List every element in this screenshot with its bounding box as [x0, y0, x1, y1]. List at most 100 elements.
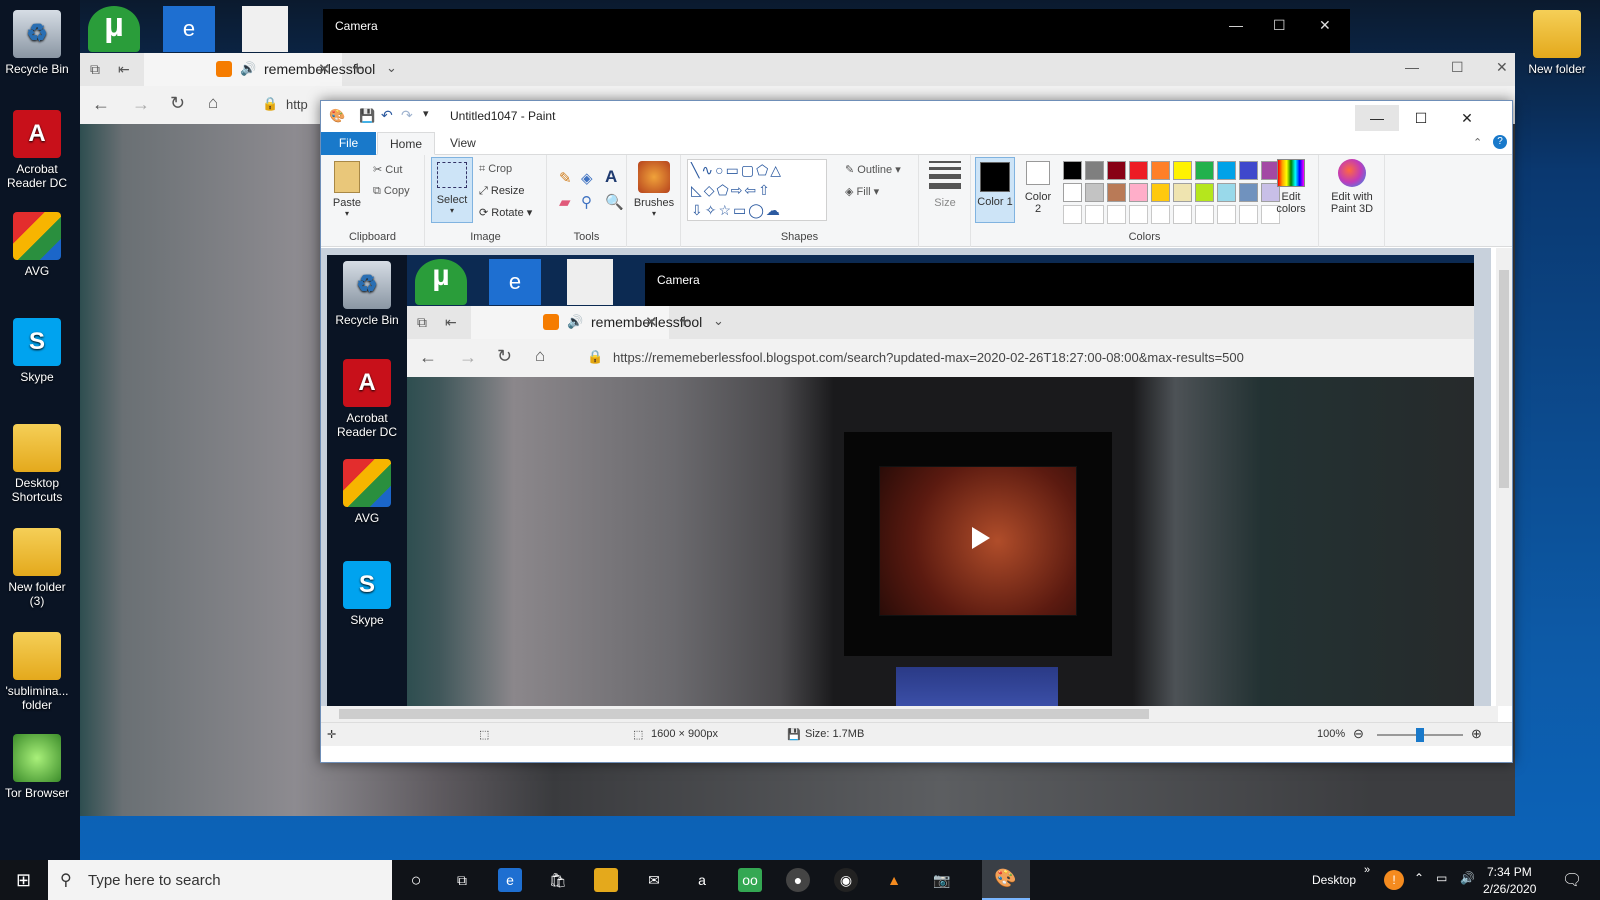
palette-swatch[interactable]	[1085, 161, 1104, 180]
action-center-icon[interactable]: 🗨	[1562, 870, 1582, 890]
fill-bucket-icon[interactable]: ◈	[581, 169, 593, 187]
file-explorer-icon[interactable]	[594, 868, 618, 892]
home-icon[interactable]: ⌂	[208, 93, 218, 113]
desktop-icon-recycle-bin[interactable]: ♻ Recycle Bin	[0, 10, 74, 76]
palette-swatch-empty[interactable]	[1085, 205, 1104, 224]
tab-preview-icon[interactable]: ⧉	[90, 61, 100, 78]
undo-icon[interactable]: ↶	[381, 107, 393, 124]
text-icon[interactable]: A	[605, 167, 617, 187]
desktop-icon-desktop-shortcuts[interactable]: Desktop Shortcuts	[0, 424, 74, 504]
close-icon[interactable]: ✕	[1319, 17, 1331, 34]
shapes-gallery[interactable]: ╲∿○▭▢⬠△ ◺◇⬠⇨⇦⇧ ⇩✧☆▭◯☁	[687, 159, 827, 221]
utorrent-icon[interactable]: µ	[88, 6, 140, 52]
desktop-icon-new-folder[interactable]: New folder	[1520, 10, 1594, 76]
minimize-icon[interactable]: —	[1229, 17, 1243, 33]
refresh-icon[interactable]: ↻	[170, 93, 185, 114]
magnifier-icon[interactable]: 🔍	[605, 193, 624, 211]
palette-swatch[interactable]	[1085, 183, 1104, 202]
save-icon[interactable]: 💾	[359, 108, 375, 124]
palette-swatch[interactable]	[1239, 183, 1258, 202]
quick-access-dropdown-icon[interactable]: ▾	[423, 107, 429, 120]
palette-swatch[interactable]	[1239, 161, 1258, 180]
palette-swatch-empty[interactable]	[1239, 205, 1258, 224]
maximize-icon[interactable]: ☐	[1273, 17, 1286, 34]
color2-button[interactable]: Color 2	[1021, 161, 1055, 215]
tab-view[interactable]: View	[437, 132, 489, 155]
browser-tab[interactable]: 🔊 rememberlessfool ✕	[144, 53, 375, 86]
palette-swatch[interactable]	[1129, 183, 1148, 202]
media-icon[interactable]: ◉	[834, 868, 858, 892]
address-bar[interactable]: http	[286, 97, 308, 112]
zoom-in-icon[interactable]: ⊕	[1471, 726, 1482, 742]
palette-swatch[interactable]	[1151, 183, 1170, 202]
redo-icon[interactable]: ↷	[401, 107, 413, 124]
amazon-icon[interactable]: a	[690, 868, 714, 892]
palette-swatch[interactable]	[1173, 183, 1192, 202]
task-view-icon[interactable]: ⧉	[450, 868, 474, 892]
camera-app-icon[interactable]: ●	[786, 868, 810, 892]
taskbar-search[interactable]: ⚲ Type here to search	[48, 860, 392, 900]
eraser-icon[interactable]: ▰	[559, 193, 571, 211]
palette-swatch-empty[interactable]	[1195, 205, 1214, 224]
camera-icon[interactable]: 📷	[930, 868, 954, 892]
palette-swatch-empty[interactable]	[1063, 205, 1082, 224]
minimize-icon[interactable]: —	[1405, 59, 1419, 75]
palette-swatch-empty[interactable]	[1173, 205, 1192, 224]
close-tab-icon[interactable]: ✕	[318, 60, 331, 78]
notification-app-icon[interactable]: !	[1384, 870, 1404, 890]
paste-button[interactable]: Paste ▾	[327, 161, 367, 218]
battery-icon[interactable]: ▭	[1436, 871, 1447, 885]
copy-button[interactable]: ⧉ Copy	[373, 185, 410, 198]
rotate-button[interactable]: ⟳ Rotate ▾	[479, 206, 532, 219]
palette-swatch-empty[interactable]	[1217, 205, 1236, 224]
fill-button[interactable]: ◈ Fill ▾	[845, 185, 879, 198]
mail-icon[interactable]: ✉	[642, 868, 666, 892]
vertical-scrollbar[interactable]	[1496, 248, 1512, 706]
palette-swatch[interactable]	[1063, 161, 1082, 180]
edit-with-paint3d-button[interactable]: Edit with Paint 3D	[1323, 159, 1381, 215]
palette-swatch[interactable]	[1217, 183, 1236, 202]
scroll-thumb[interactable]	[339, 709, 1149, 719]
paint-taskbar-button[interactable]: 🎨	[982, 860, 1030, 900]
zoom-slider[interactable]	[1377, 728, 1463, 742]
size-button[interactable]: Size	[923, 161, 967, 209]
edge-icon[interactable]: e	[163, 6, 215, 52]
maximize-icon[interactable]: ☐	[1451, 59, 1464, 76]
palette-swatch[interactable]	[1173, 161, 1192, 180]
palette-swatch[interactable]	[1063, 183, 1082, 202]
collapse-ribbon-icon[interactable]: ⌃	[1473, 136, 1482, 149]
chevron-down-icon[interactable]: ⌄	[386, 60, 397, 76]
palette-swatch-empty[interactable]	[1129, 205, 1148, 224]
palette-swatch[interactable]	[1195, 183, 1214, 202]
pencil-icon[interactable]: ✎	[559, 169, 572, 187]
vlc-icon[interactable]: ▲	[882, 868, 906, 892]
volume-icon[interactable]: 🔊	[1460, 871, 1475, 885]
zoom-slider-thumb[interactable]	[1416, 728, 1424, 742]
new-tab-icon[interactable]: +	[352, 58, 363, 79]
horizontal-scrollbar[interactable]	[321, 706, 1498, 722]
minimize-icon[interactable]: —	[1355, 105, 1399, 131]
clock-date[interactable]: 2/26/2020	[1483, 882, 1536, 896]
resize-button[interactable]: ⤢ Resize	[479, 185, 525, 198]
maximize-icon[interactable]: ☐	[1399, 105, 1443, 131]
edit-colors-button[interactable]: Edit colors	[1271, 159, 1311, 215]
store-icon[interactable]: 🛍	[546, 868, 570, 892]
forward-icon[interactable]: →	[132, 94, 150, 115]
palette-swatch[interactable]	[1107, 183, 1126, 202]
audio-icon[interactable]: 🔊	[240, 61, 256, 77]
palette-swatch[interactable]	[1129, 161, 1148, 180]
zoom-out-icon[interactable]: ⊖	[1353, 726, 1364, 742]
canvas-area[interactable]: ♻ Recycle Bin A Acrobat Reader DC AVG S …	[321, 248, 1491, 706]
brushes-button[interactable]: Brushes ▾	[631, 161, 677, 218]
select-button[interactable]: Select ▾	[431, 157, 473, 223]
chevron-up-icon[interactable]: ⌃	[1414, 871, 1424, 885]
desktop-toolbar-label[interactable]: Desktop	[1312, 873, 1356, 887]
clock-time[interactable]: 7:34 PM	[1487, 865, 1532, 879]
cut-button[interactable]: ✂ Cut	[373, 163, 402, 176]
cortana-icon[interactable]: ○	[404, 868, 428, 892]
palette-swatch[interactable]	[1217, 161, 1236, 180]
help-icon[interactable]: ?	[1493, 135, 1507, 149]
desktop-icon-acrobat[interactable]: A Acrobat Reader DC	[0, 110, 74, 190]
crop-button[interactable]: ⌗ Crop	[479, 163, 512, 176]
palette-swatch[interactable]	[1151, 161, 1170, 180]
